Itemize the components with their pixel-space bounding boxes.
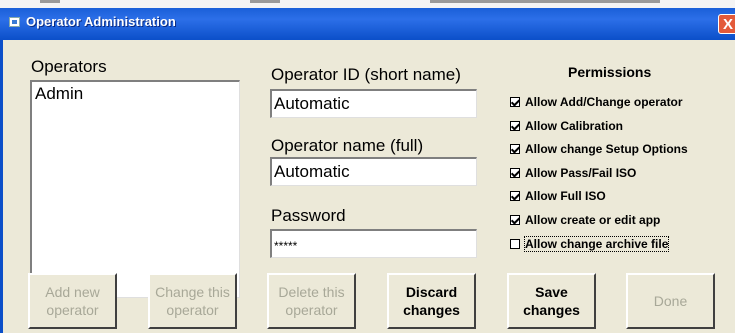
operators-label: Operators xyxy=(31,57,107,76)
permission-checkbox[interactable] xyxy=(510,121,520,131)
permission-label: Allow Full ISO xyxy=(525,189,606,203)
permission-label: Allow Add/Change operator xyxy=(525,95,683,109)
operator-id-label: Operator ID (short name) xyxy=(271,65,461,84)
permission-label: Allow change archive file xyxy=(523,236,670,252)
permission-checkbox[interactable] xyxy=(510,97,520,107)
button-label: Delete this operator xyxy=(278,284,345,318)
permissions-title: Permissions xyxy=(568,64,652,80)
permission-checkbox[interactable] xyxy=(510,191,520,201)
discard-changes-button[interactable]: Discard changes xyxy=(387,273,476,329)
password-label: Password xyxy=(271,206,346,225)
permission-label: Allow Calibration xyxy=(525,119,624,133)
background-window-strip xyxy=(0,0,735,8)
button-label: Discard changes xyxy=(403,284,460,318)
operator-name-field[interactable] xyxy=(270,157,477,186)
operator-id-field[interactable] xyxy=(270,89,477,118)
permission-checkbox[interactable] xyxy=(510,239,520,249)
permission-label: Allow Pass/Fail ISO xyxy=(525,166,637,180)
background-mark xyxy=(250,0,280,3)
operators-listbox[interactable]: Admin xyxy=(30,80,240,298)
button-label: Add new operator xyxy=(45,284,100,318)
button-label: Save changes xyxy=(523,284,580,318)
operator-id-input[interactable] xyxy=(274,92,464,116)
permission-label: Allow change Setup Options xyxy=(525,142,688,156)
button-label: Change this operator xyxy=(155,284,230,318)
change-operator-button[interactable]: Change this operator xyxy=(148,273,237,329)
password-input[interactable] xyxy=(274,234,464,258)
permission-checkbox[interactable] xyxy=(510,168,520,178)
operator-name-input[interactable] xyxy=(274,160,464,184)
operator-list-item[interactable]: Admin xyxy=(35,84,83,104)
title-bar[interactable]: Operator Administration X xyxy=(0,8,735,40)
window-title: Operator Administration xyxy=(26,14,176,29)
close-button[interactable]: X xyxy=(718,14,735,34)
delete-operator-button[interactable]: Delete this operator xyxy=(267,273,356,329)
background-mark xyxy=(430,0,660,3)
background-mark xyxy=(40,0,60,3)
permission-label: Allow create or edit app xyxy=(525,213,661,227)
window-system-icon[interactable] xyxy=(9,17,20,27)
button-label: Done xyxy=(653,293,688,309)
save-changes-button[interactable]: Save changes xyxy=(507,273,596,329)
permission-checkbox[interactable] xyxy=(510,144,520,154)
add-new-operator-button[interactable]: Add new operator xyxy=(28,273,117,329)
done-button[interactable]: Done xyxy=(626,273,715,329)
permission-checkbox[interactable] xyxy=(510,215,520,225)
operator-name-label: Operator name (full) xyxy=(271,136,424,155)
password-field[interactable] xyxy=(270,229,477,258)
